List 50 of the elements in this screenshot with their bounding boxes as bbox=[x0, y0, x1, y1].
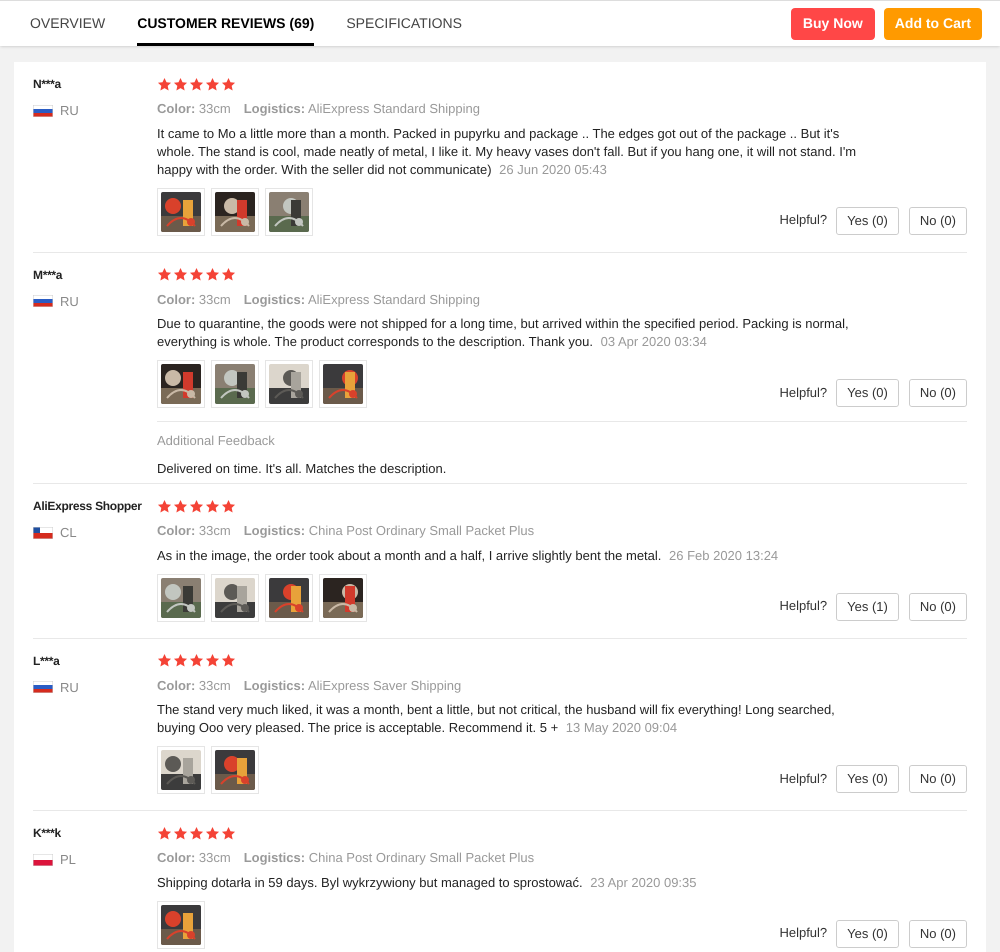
flag-icon bbox=[33, 854, 53, 866]
tab[interactable]: CUSTOMER REVIEWS (69) bbox=[137, 1, 314, 46]
country-code: PL bbox=[60, 851, 76, 869]
flag-icon bbox=[33, 295, 53, 308]
review-text: Shipping dotarła in 59 days. Byl wykrzywiony but managed to sprostować. 23 Apr 2020 09:35 bbox=[157, 874, 698, 892]
flag-icon bbox=[33, 104, 53, 117]
additional-feedback-title: Additional Feedback bbox=[157, 432, 275, 450]
country-code: RU bbox=[60, 102, 79, 120]
yes-button[interactable]: Yes (0) bbox=[836, 765, 899, 793]
user-name: L***a bbox=[33, 652, 60, 668]
user-name: K***k bbox=[33, 825, 61, 841]
country-code: RU bbox=[60, 678, 79, 696]
helpful-label: Helpful? bbox=[779, 211, 828, 229]
review-text: Due to quarantine, the goods were not shipped for a long time, but arrived within the specified period. Packing is normal, everything is whole. The product corresponds to the description. Thank you. 03 Apr 2020 03:34 bbox=[157, 315, 850, 351]
review-text: The stand very much liked, it was a month, bent a little, but not critical, the husband will fix everything! Long searched, buying Ooo very pleased. The price is acceptable. Recommend it. 5 + 13 May 2020 09:04 bbox=[157, 701, 836, 737]
country-code: CL bbox=[60, 524, 77, 542]
flag-icon bbox=[33, 526, 53, 539]
color-info: Color: 33cm bbox=[157, 849, 231, 867]
no-button[interactable]: No (0) bbox=[908, 592, 967, 620]
color-info: Color: 33cm bbox=[157, 676, 231, 694]
color-info: Color: 33cm bbox=[157, 522, 231, 540]
logistics-info: Logistics: China Post Ordinary Small Packet Plus bbox=[244, 849, 534, 867]
logistics-info: Logistics: China Post Ordinary Small Packet Plus bbox=[244, 522, 534, 540]
tab[interactable]: SPECIFICATIONS bbox=[346, 1, 462, 46]
color-info: Color: 33cm bbox=[157, 290, 231, 308]
yes-button[interactable]: Yes (0) bbox=[836, 379, 899, 407]
review-text: It came to Mo a little more than a month. Packed in pupyrku and package .. The edges got out of the package .. But it's whole. The stand is cool, made neatly of metal, I like it. My heavy vases don't fall. But if you hang one, it will not stand. I'm happy with the order. With the seller did not communicate) 26 Jun 2020 05:43 bbox=[157, 124, 857, 178]
user-name: M***a bbox=[33, 266, 62, 282]
helpful-label: Helpful? bbox=[779, 770, 828, 788]
helpful-label: Helpful? bbox=[779, 597, 828, 615]
user-name: N***a bbox=[33, 76, 61, 92]
flag-icon bbox=[33, 681, 53, 694]
logistics-info: Logistics: AliExpress Standard Shipping bbox=[244, 290, 480, 309]
no-button[interactable]: No (0) bbox=[908, 920, 967, 948]
helpful-label: Helpful? bbox=[779, 384, 828, 402]
tab[interactable]: OVERVIEW bbox=[30, 1, 106, 46]
color-info: Color: 33cm bbox=[157, 100, 231, 118]
helpful-label: Helpful? bbox=[779, 924, 828, 942]
yes-button[interactable]: Yes (0) bbox=[836, 206, 899, 234]
user-name: AliExpress Shopper bbox=[33, 498, 142, 514]
logistics-info: Logistics: AliExpress Standard Shipping bbox=[244, 100, 480, 118]
no-button[interactable]: No (0) bbox=[908, 379, 967, 407]
review-text: As in the image, the order took about a month and a half, I arrive slightly bent the metal. 26 Feb 2020 13:24 bbox=[157, 546, 780, 564]
yes-button[interactable]: Yes (0) bbox=[836, 920, 899, 948]
additional-feedback-text: Delivered on time. It's all. Matches the description. bbox=[157, 460, 446, 478]
no-button[interactable]: No (0) bbox=[908, 206, 967, 234]
logistics-info: Logistics: AliExpress Saver Shipping bbox=[244, 676, 462, 695]
yes-button[interactable]: Yes (1) bbox=[836, 592, 899, 620]
country-code: RU bbox=[60, 292, 79, 310]
no-button[interactable]: No (0) bbox=[908, 765, 967, 793]
